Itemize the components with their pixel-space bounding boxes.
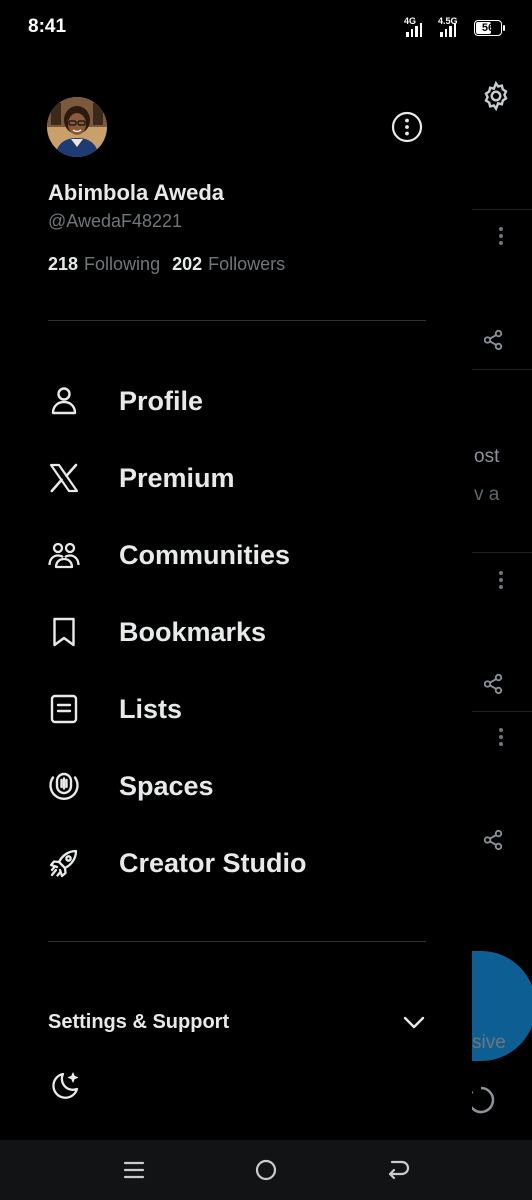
menu-item-label: Creator Studio (119, 848, 307, 878)
loading-spinner-icon (472, 1085, 496, 1115)
moon-sparkle-icon (47, 1069, 83, 1105)
profile-handle: @AwedaF48221 (48, 211, 183, 231)
more-options-button[interactable] (390, 110, 424, 144)
back-button[interactable] (384, 1156, 412, 1184)
more-vertical-icon[interactable] (498, 226, 504, 246)
person-icon (47, 384, 81, 418)
status-bar: 8:41 4G 4.5G 56 (0, 0, 532, 56)
background-text: v a (474, 484, 500, 505)
navigation-drawer: Abimbola Aweda @AwedaF48221 218 Followin… (0, 56, 472, 1140)
menu-item-label: Lists (119, 694, 183, 724)
menu-item-spaces[interactable]: Spaces (0, 748, 472, 825)
background-text: ost (474, 446, 500, 467)
menu-item-lists[interactable]: Lists (0, 671, 472, 748)
menu-item-label: Premium (119, 463, 235, 493)
menu-item-creator-studio[interactable]: Creator Studio (0, 825, 472, 902)
system-navigation-bar (0, 1140, 532, 1200)
menu-item-bookmarks[interactable]: Bookmarks (0, 594, 472, 671)
communities-icon (47, 538, 81, 572)
menu-item-label: Communities (119, 540, 291, 570)
battery-level: 56 (481, 22, 495, 34)
display-theme-button[interactable] (47, 1069, 83, 1105)
bookmark-icon (47, 615, 81, 649)
background-timeline: ost v a sive (472, 56, 532, 1140)
menu-item-profile[interactable]: Profile (0, 363, 472, 440)
menu-item-premium[interactable]: Premium (0, 440, 472, 517)
status-time: 8:41 (28, 16, 67, 37)
signal-icon: 4G (404, 17, 428, 39)
followers-link[interactable]: 202 Followers (172, 254, 285, 275)
share-icon[interactable] (482, 829, 504, 851)
followers-label: Followers (208, 254, 286, 274)
settings-support-label: Settings & Support (48, 1010, 230, 1033)
following-count: 218 (48, 254, 79, 274)
menu-item-label: Profile (119, 386, 204, 416)
battery-icon: 56 (474, 20, 505, 36)
divider (48, 320, 426, 321)
chevron-down-icon (402, 1010, 426, 1034)
menu-item-label: Spaces (119, 771, 214, 801)
spaces-icon (47, 769, 81, 803)
rocket-icon (47, 846, 81, 880)
more-vertical-icon[interactable] (498, 570, 504, 590)
share-icon[interactable] (482, 673, 504, 695)
followers-count: 202 (172, 254, 203, 274)
divider (48, 941, 426, 942)
x-logo-icon (47, 461, 81, 495)
more-vertical-icon[interactable] (498, 727, 504, 747)
following-link[interactable]: 218 Following (48, 254, 160, 275)
profile-name[interactable]: Abimbola Aweda (48, 180, 224, 206)
share-icon[interactable] (482, 329, 504, 351)
settings-support-toggle[interactable]: Settings & Support (48, 1002, 426, 1042)
avatar[interactable] (47, 97, 107, 157)
menu-list: Profile Premium Communities Bookmarks Li… (0, 363, 472, 902)
settings-gear-icon[interactable] (480, 80, 512, 112)
status-icons: 4G 4.5G 56 (404, 17, 505, 39)
recent-apps-button[interactable] (120, 1156, 148, 1184)
signal-icon-2: 4.5G (438, 17, 464, 39)
home-button[interactable] (252, 1156, 280, 1184)
list-icon (47, 692, 81, 726)
following-label: Following (84, 254, 161, 274)
follow-stats: 218 Following 202 Followers (48, 254, 285, 275)
background-text: sive (472, 1032, 506, 1053)
menu-item-label: Bookmarks (119, 617, 267, 647)
menu-item-communities[interactable]: Communities (0, 517, 472, 594)
